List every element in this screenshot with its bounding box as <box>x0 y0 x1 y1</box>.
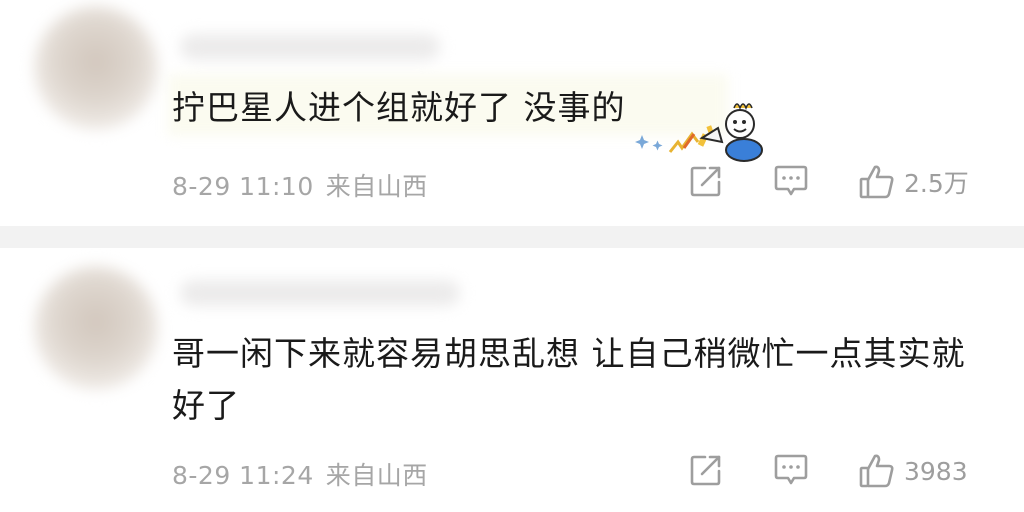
comment-date: 8-29 11:24 <box>172 461 314 490</box>
reply-button[interactable] <box>772 452 810 488</box>
share-icon <box>690 455 721 486</box>
comment-meta: 8-29 11:24 来自山西 <box>172 456 428 492</box>
avatar[interactable] <box>34 6 158 130</box>
comment-date: 8-29 11:10 <box>172 172 314 201</box>
comment-divider <box>0 226 1024 248</box>
comment-item: 哥一闲下来就容易胡思乱想 让自己稍微忙一点其实就好了 8-29 11:24 来自山… <box>0 248 1024 512</box>
share-button[interactable] <box>688 452 724 488</box>
username[interactable] <box>180 280 460 306</box>
comment-text: 拧巴星人进个组就好了 没事的 <box>172 88 626 127</box>
like-button[interactable]: 2.5万 <box>858 163 969 201</box>
thumbs-up-icon <box>859 165 894 199</box>
comment-meta: 8-29 11:10 来自山西 <box>172 167 428 203</box>
avatar[interactable] <box>34 266 158 390</box>
reply-icon <box>774 165 808 196</box>
like-button[interactable]: 3983 <box>858 452 968 490</box>
thumbs-up-icon <box>859 454 894 488</box>
reply-icon <box>774 454 808 485</box>
share-icon <box>690 166 721 197</box>
username[interactable] <box>180 34 440 60</box>
comment-item: 拧巴星人进个组就好了 没事的 8-29 11:10 来自山西 2.5万 <box>0 0 1024 226</box>
comment-location: 来自山西 <box>325 461 428 490</box>
share-button[interactable] <box>688 163 724 199</box>
like-count: 3983 <box>904 456 968 486</box>
comment-location: 来自山西 <box>325 172 428 201</box>
celebration-sticker <box>635 103 763 162</box>
reply-button[interactable] <box>772 163 810 199</box>
like-count: 2.5万 <box>904 169 969 198</box>
comment-text: 哥一闲下来就容易胡思乱想 让自己稍微忙一点其实就好了 <box>172 334 966 425</box>
